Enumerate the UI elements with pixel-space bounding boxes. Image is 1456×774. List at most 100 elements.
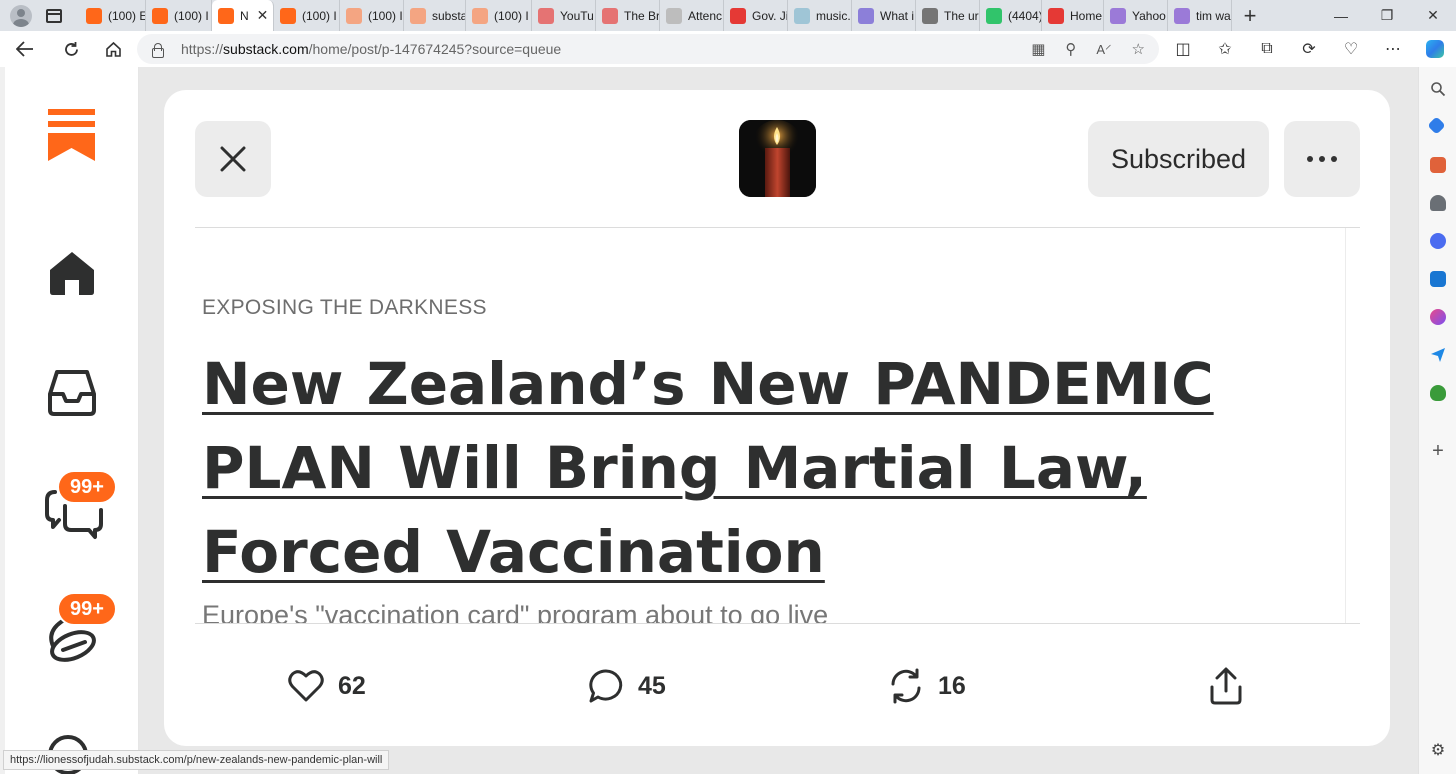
tab-favicon-icon (538, 7, 554, 24)
home-icon[interactable] (48, 250, 96, 296)
browser-essentials-icon[interactable]: ♡ (1330, 39, 1372, 59)
favorite-star-icon[interactable]: ☆ (1132, 40, 1145, 58)
address-bar[interactable]: https://substack.com/home/post/p-1476742… (137, 34, 1159, 64)
back-arrow-icon (16, 41, 33, 57)
browser-tab[interactable]: The ur (916, 0, 980, 31)
close-icon (220, 146, 246, 172)
home-button[interactable] (92, 31, 134, 67)
post-title-link[interactable]: New Zealand’s New PANDEMIC PLAN Will Bri… (202, 342, 1282, 594)
browser-tab[interactable]: N ✕ (212, 0, 274, 31)
browser-tab[interactable]: music. (788, 0, 852, 31)
browser-tab[interactable]: (100) I (466, 0, 532, 31)
browser-tab[interactable]: (100) E (80, 0, 146, 31)
history-icon[interactable]: ⟳ (1288, 39, 1330, 59)
tab-favicon-icon (730, 7, 746, 24)
browser-tab[interactable]: (100) I (340, 0, 404, 31)
read-aloud-icon[interactable]: A⸍ (1096, 40, 1111, 58)
tab-label: Attenc (688, 8, 723, 23)
comment-icon (589, 669, 623, 703)
restack-count: 16 (938, 671, 966, 700)
chat-notification-badge: 99+ (57, 470, 117, 504)
share-button[interactable] (1209, 660, 1243, 712)
split-screen-icon[interactable]: ◫ (1162, 39, 1204, 59)
browser-tab[interactable]: The Br (596, 0, 660, 31)
tab-favicon-icon (346, 7, 362, 24)
browser-tab[interactable]: (100) I (146, 0, 212, 31)
url-text[interactable]: https://substack.com/home/post/p-1476742… (181, 41, 561, 57)
browser-tab[interactable]: Home (1042, 0, 1104, 31)
edge-sidebar: + ⚙ (1418, 67, 1456, 774)
share-icon (1210, 667, 1242, 705)
more-dot-icon (1307, 156, 1313, 162)
like-count: 62 (338, 671, 366, 700)
browser-tab[interactable]: (4404) (980, 0, 1042, 31)
browser-tab[interactable]: substa (404, 0, 466, 31)
tab-favicon-icon (410, 7, 426, 24)
tab-favicon-icon (666, 7, 682, 24)
close-post-button[interactable] (195, 121, 271, 197)
tab-label: tim wa (1196, 8, 1231, 23)
lock-icon[interactable] (151, 42, 164, 58)
restore-button[interactable]: ❐ (1364, 0, 1410, 31)
tab-label: (100) I (494, 8, 529, 23)
designer-icon[interactable] (1430, 309, 1446, 325)
post-section-label[interactable]: EXPOSING THE DARKNESS (202, 296, 487, 320)
favorites-icon[interactable]: ✩ (1204, 39, 1246, 59)
sidebar-search-icon[interactable] (1430, 81, 1446, 97)
tab-actions-icon[interactable] (46, 8, 62, 23)
tab-label: Gov. Ji (752, 8, 788, 23)
minimize-button[interactable]: — (1318, 0, 1364, 31)
tab-label: The Br (624, 8, 660, 23)
tab-label: (100) I (368, 8, 403, 23)
subscribed-button[interactable]: Subscribed (1088, 121, 1269, 197)
profile-avatar-icon[interactable] (10, 4, 32, 27)
sidebar-settings-icon[interactable]: ⚙ (1430, 743, 1446, 759)
tab-label: Home (1070, 8, 1103, 23)
outlook-icon[interactable] (1430, 271, 1446, 287)
browser-tab[interactable]: (100) I (274, 0, 340, 31)
tree-icon[interactable] (1430, 385, 1446, 401)
inbox-icon[interactable] (47, 368, 97, 416)
browser-tab[interactable]: YouTu (532, 0, 596, 31)
send-icon[interactable] (1430, 347, 1446, 363)
publication-logo[interactable] (739, 120, 816, 197)
back-button[interactable] (0, 31, 50, 67)
shopping-tag-icon[interactable] (1427, 116, 1446, 135)
browser-tab[interactable]: Yahoo (1104, 0, 1168, 31)
tab-favicon-icon (794, 7, 810, 24)
tab-favicon-icon (1110, 7, 1126, 24)
browser-tab[interactable]: Attenc (660, 0, 724, 31)
more-options-button[interactable] (1284, 121, 1360, 197)
comment-button[interactable]: 45 (588, 660, 666, 712)
app-available-icon[interactable]: ▦ (1031, 40, 1045, 58)
more-dot-icon (1319, 156, 1325, 162)
tab-label: N (240, 8, 249, 23)
add-sidebar-app-icon[interactable]: + (1430, 441, 1446, 461)
copilot-icon[interactable] (1414, 40, 1456, 58)
refresh-button[interactable] (50, 31, 92, 67)
tools-briefcase-icon[interactable] (1430, 157, 1446, 173)
close-window-button[interactable]: ✕ (1410, 0, 1456, 31)
header-divider (195, 227, 1360, 228)
post-subtitle-container: Europe's "vaccination card" program abou… (202, 600, 1345, 623)
tab-label: What i (880, 8, 915, 23)
browser-tab[interactable]: tim wa (1168, 0, 1232, 31)
tab-label: (100) I (174, 8, 209, 23)
browser-tab[interactable]: What i (852, 0, 916, 31)
collections-icon[interactable]: ⧉ (1246, 40, 1288, 58)
restack-button[interactable]: 16 (888, 660, 966, 712)
settings-more-icon[interactable]: ⋯ (1372, 39, 1414, 59)
microsoft-365-icon[interactable] (1430, 233, 1446, 249)
browser-tab[interactable]: Gov. Ji (724, 0, 788, 31)
substack-logo-icon[interactable] (48, 109, 95, 161)
address-bar-actions: ▦ ⚲ A⸍ ☆ (1031, 34, 1145, 64)
games-icon[interactable] (1430, 195, 1446, 211)
tab-close-icon[interactable]: ✕ (257, 7, 269, 24)
tab-favicon-icon (986, 7, 1002, 24)
like-button[interactable]: 62 (288, 660, 366, 712)
content-edge (1345, 228, 1346, 623)
tab-list: (100) E (100) I N ✕ (100) I (100) Isubsta (100… (80, 0, 1232, 31)
zoom-icon[interactable]: ⚲ (1065, 40, 1076, 58)
new-tab-button[interactable]: + (1232, 0, 1268, 31)
tab-favicon-icon (602, 7, 618, 24)
